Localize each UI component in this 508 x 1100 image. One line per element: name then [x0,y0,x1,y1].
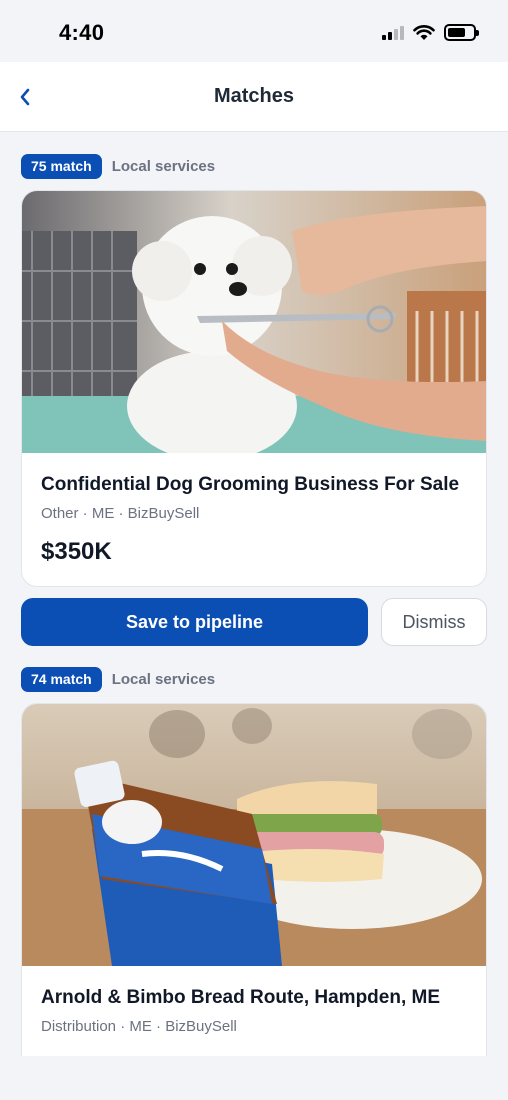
page-title: Matches [213,85,295,107]
listing-price: $350K [41,538,112,565]
cellular-signal-icon [382,25,404,40]
listing-meta: Distribution · ME · BizBuySell [41,1018,237,1035]
bread-and-sandwich-photo [22,704,486,966]
match-header: 74 match Local services [21,667,215,692]
battery-icon [444,24,479,41]
listing-title: Arnold & Bimbo Bread Route, Hampden, ME [41,987,441,1008]
dog-grooming-photo [22,191,486,453]
listing-title: Confidential Dog Grooming Business For S… [41,474,460,495]
listing-card[interactable]: Arnold & Bimbo Bread Route, Hampden, ME … [21,703,487,1056]
listing-category: Local services [111,671,216,688]
listing-category: Local services [111,158,216,175]
match-score-badge: 75 match [21,154,102,179]
wifi-icon [413,24,435,40]
status-bar: 4:40 [0,0,508,62]
listing-meta: Other · ME · BizBuySell [41,505,200,522]
match-header: 75 match Local services [21,154,215,179]
match-score-badge: 74 match [21,667,102,692]
nav-bar: Matches [0,62,508,132]
save-to-pipeline-button[interactable]: Save to pipeline [21,598,368,646]
listing-card[interactable]: Confidential Dog Grooming Business For S… [21,190,487,587]
dismiss-button[interactable]: Dismiss [381,598,487,646]
status-icons [382,24,479,41]
status-time: 4:40 [59,20,105,45]
matches-feed[interactable]: 75 match Local services Confidential Dog… [0,132,508,1056]
